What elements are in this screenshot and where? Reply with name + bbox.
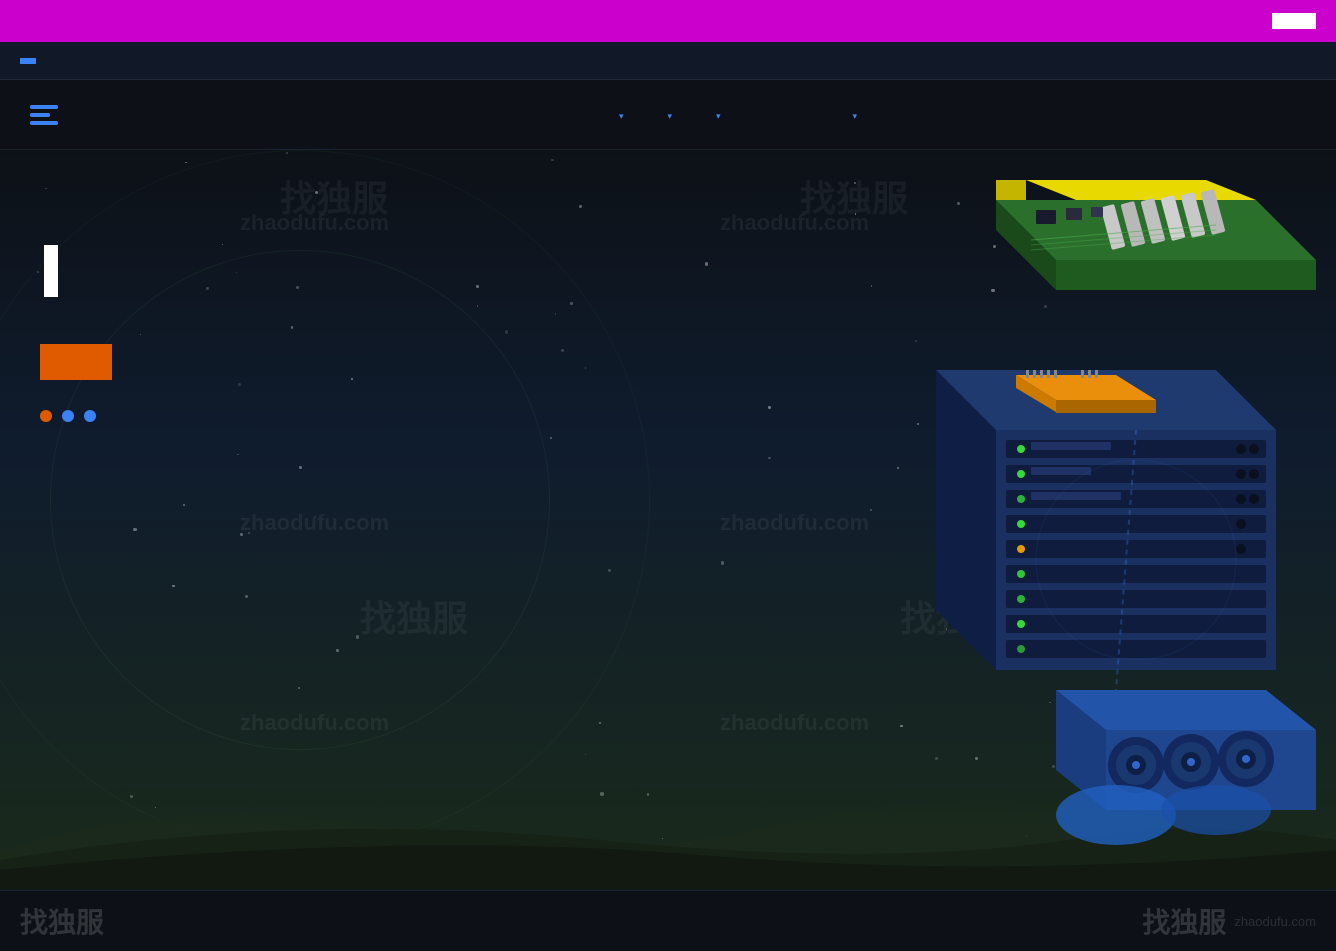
hosting-chevron-icon: ▾ bbox=[619, 111, 624, 122]
nav-item-vps[interactable]: ▾ bbox=[645, 83, 694, 146]
watermark-5: zhaodufu.com bbox=[240, 710, 389, 736]
order-now-button[interactable] bbox=[1272, 13, 1316, 29]
dot-1[interactable] bbox=[40, 410, 52, 422]
watermark-cn-3: 找独服 bbox=[360, 590, 468, 642]
nav-item-hosting[interactable]: ▾ bbox=[597, 83, 646, 146]
logo-bar-2 bbox=[30, 113, 50, 117]
promo-bar bbox=[0, 0, 1336, 42]
footer-url-watermark: zhaodufu.com bbox=[1234, 914, 1316, 929]
discount-bar bbox=[0, 42, 1336, 80]
dot-3[interactable] bbox=[84, 410, 96, 422]
footer-cn-watermark-right: 找独服 bbox=[1142, 901, 1226, 941]
see-dedicated-button[interactable] bbox=[40, 344, 112, 380]
footer-left: 找独服 bbox=[20, 901, 104, 941]
footer-right: 找独服 zhaodufu.com bbox=[1142, 901, 1316, 941]
nav-item-datacenters[interactable]: ▾ bbox=[831, 83, 880, 146]
nav-links: ▾ ▾ ▾ ▾ bbox=[126, 83, 1306, 146]
footer-cn-watermark-left: 找独服 bbox=[20, 901, 104, 941]
navigation: ▾ ▾ ▾ ▾ bbox=[0, 80, 1336, 150]
dedicated-chevron-icon: ▾ bbox=[716, 111, 721, 122]
watermark-cn-1: 找独服 bbox=[280, 170, 388, 222]
nav-item-affiliates[interactable] bbox=[787, 91, 831, 139]
footer-watermark-row: 找独服 找独服 zhaodufu.com bbox=[0, 890, 1336, 951]
logo-bar-3 bbox=[30, 121, 58, 125]
logo-icon bbox=[30, 105, 58, 125]
logo-bar-1 bbox=[30, 105, 58, 109]
cursor-blink bbox=[44, 245, 58, 297]
nav-item-dedicated[interactable]: ▾ bbox=[694, 83, 743, 146]
vps-chevron-icon: ▾ bbox=[667, 111, 672, 122]
watermark-3: zhaodufu.com bbox=[240, 510, 389, 536]
hero-section: // Generate stars inline const starsDiv … bbox=[0, 150, 1336, 890]
server-illustration bbox=[836, 170, 1336, 890]
nav-item-home[interactable] bbox=[553, 91, 597, 139]
logo[interactable] bbox=[30, 105, 66, 125]
dot-2[interactable] bbox=[62, 410, 74, 422]
nav-item-colocation[interactable] bbox=[743, 91, 787, 139]
watermark-1: zhaodufu.com bbox=[240, 210, 389, 236]
discount-badge bbox=[20, 58, 36, 64]
datacenters-chevron-icon: ▾ bbox=[853, 111, 858, 122]
